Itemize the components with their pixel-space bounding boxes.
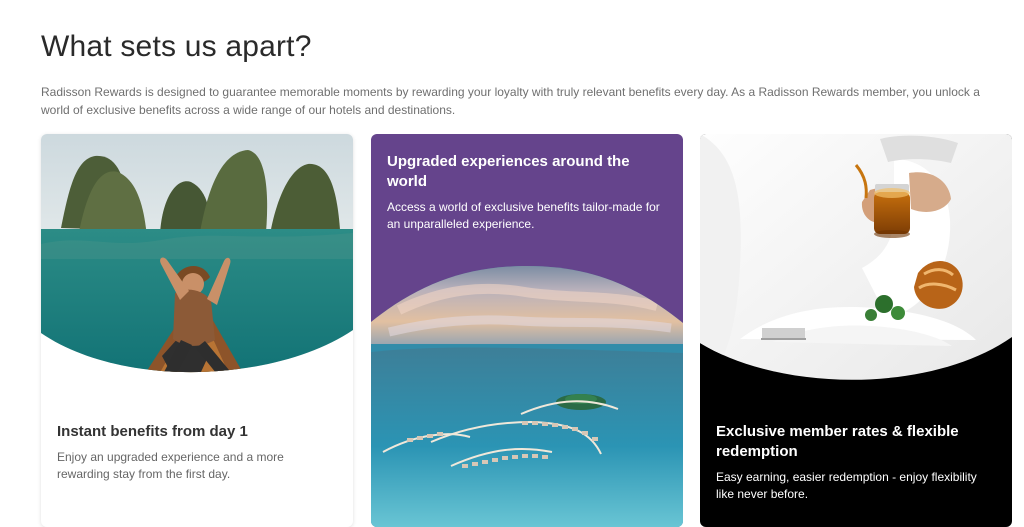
gourmet-breakfast-image	[700, 134, 1012, 380]
card-heading: Exclusive member rates & flexible redemp…	[716, 423, 959, 460]
card-description: Access a world of exclusive benefits tai…	[387, 200, 660, 231]
benefits-section: What sets us apart? Radisson Rewards is …	[0, 0, 1024, 527]
card-content: Upgraded experiences around the world Ac…	[387, 152, 665, 233]
card-heading: Upgraded experiences around the world	[387, 153, 630, 190]
section-intro: Radisson Rewards is designed to guarante…	[41, 85, 980, 117]
card-description: Easy earning, easier redemption - enjoy …	[716, 470, 977, 501]
benefit-card-exclusive-rates[interactable]: Exclusive member rates & flexible redemp…	[700, 134, 1012, 527]
travel-boat-image	[41, 134, 353, 373]
card-heading: Instant benefits from day 1	[57, 423, 248, 440]
section-title: What sets us apart?	[41, 30, 312, 63]
card-content: Instant benefits from day 1 Enjoy an upg…	[57, 422, 335, 483]
benefit-card-upgraded-experiences[interactable]: Upgraded experiences around the world Ac…	[371, 134, 683, 527]
benefit-card-instant-benefits[interactable]: Instant benefits from day 1 Enjoy an upg…	[41, 134, 353, 527]
card-description: Enjoy an upgraded experience and a more …	[57, 450, 284, 481]
card-content: Exclusive member rates & flexible redemp…	[716, 422, 994, 503]
